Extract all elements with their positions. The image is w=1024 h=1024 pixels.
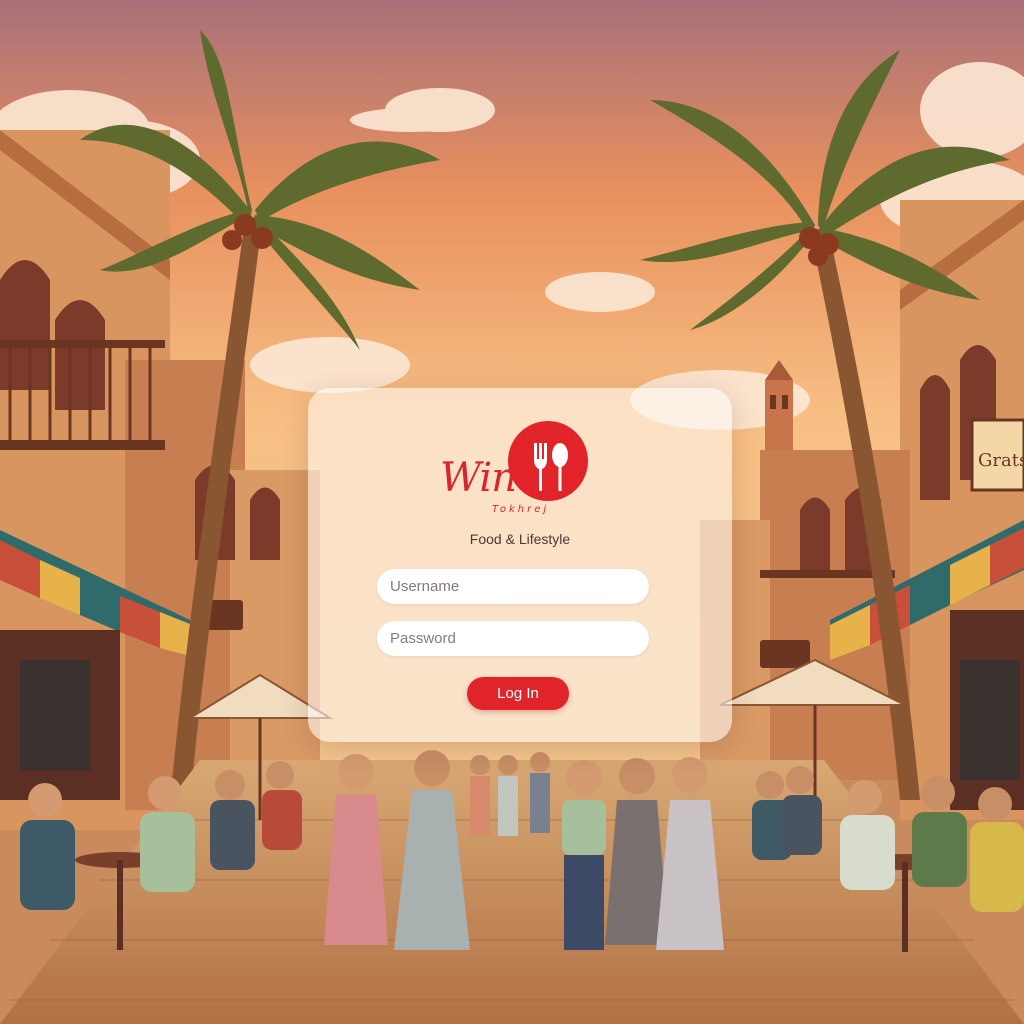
password-input[interactable] [377,621,649,656]
username-input[interactable] [377,569,649,604]
tagline: Food & Lifestyle [469,531,571,547]
logo-subtext: Tokhrej [492,504,550,515]
svg-text:Gratss: Gratss [978,450,1024,471]
fork-spoon-icon [508,421,588,501]
login-button[interactable]: Log In [467,677,569,710]
logo-text: Win [440,455,517,501]
